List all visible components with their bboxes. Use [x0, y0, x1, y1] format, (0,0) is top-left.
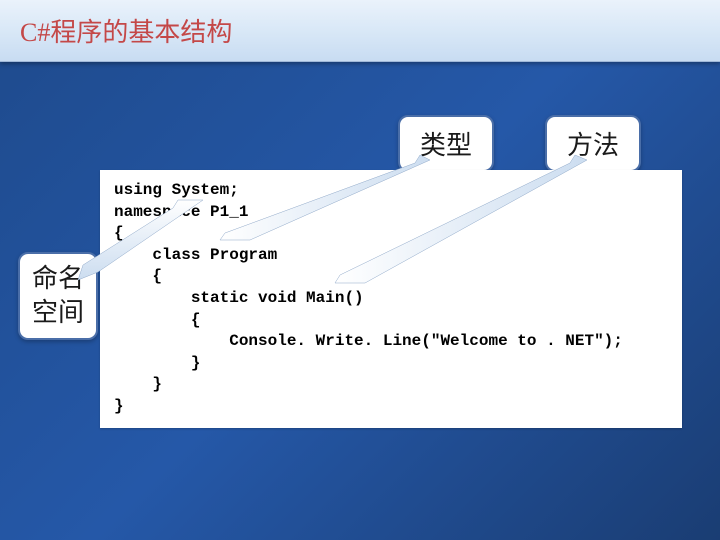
- code-block: using System; namespace P1_1 { class Pro…: [100, 170, 682, 428]
- label-namespace-line1: 命名: [32, 264, 84, 293]
- slide-header: C#程序的基本结构: [0, 0, 720, 62]
- label-type: 类型: [398, 115, 494, 172]
- code-line-7: {: [114, 311, 200, 329]
- label-type-text: 类型: [420, 131, 472, 160]
- code-line-4: class Program: [114, 246, 277, 264]
- label-namespace-line2: 空间: [32, 298, 84, 327]
- code-line-2: namespace P1_1: [114, 203, 248, 221]
- label-method-text: 方法: [567, 131, 619, 160]
- code-line-1: using System;: [114, 181, 239, 199]
- code-line-11: }: [114, 397, 124, 415]
- code-line-9: }: [114, 354, 200, 372]
- code-line-3: {: [114, 224, 124, 242]
- code-line-6: static void Main(): [114, 289, 364, 307]
- page-title: C#程序的基本结构: [20, 12, 700, 49]
- code-line-10: }: [114, 375, 162, 393]
- code-line-5: {: [114, 267, 162, 285]
- label-method: 方法: [545, 115, 641, 172]
- label-namespace: 命名 空间: [18, 252, 98, 340]
- code-line-8: Console. Write. Line("Welcome to . NET")…: [114, 332, 623, 350]
